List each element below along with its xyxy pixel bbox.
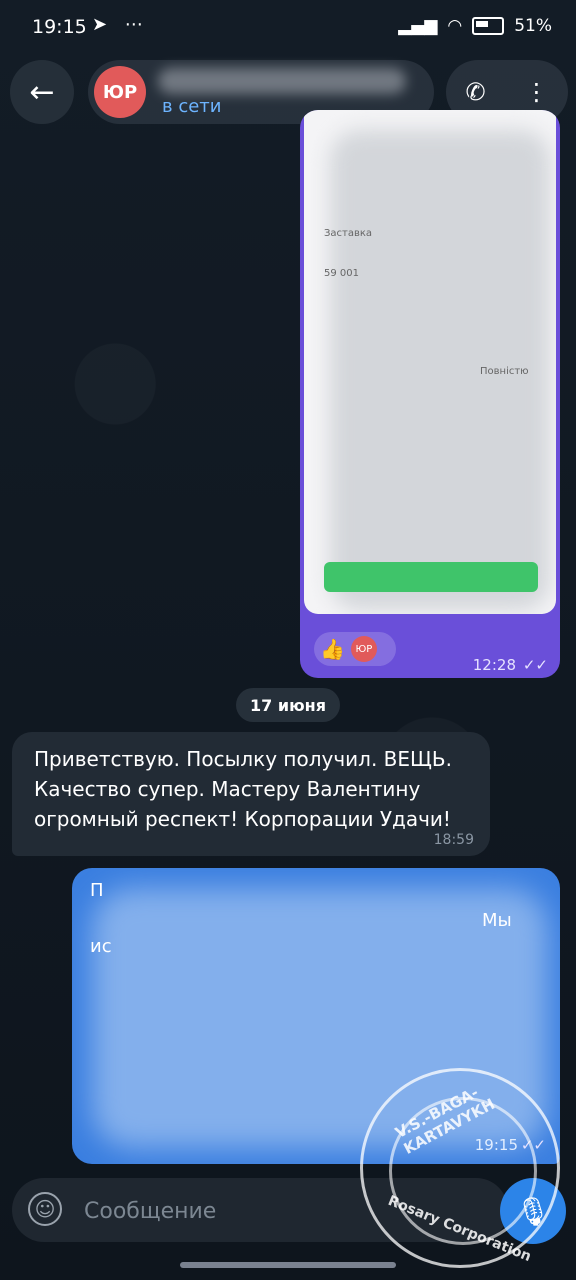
status-bar: 19:15 ➤ ⋯ ▂▄▆ ◠ 51%	[0, 0, 576, 60]
incoming-message[interactable]: Приветствую. Посылку получил. ВЕЩЬ. Каче…	[12, 732, 490, 856]
message-fragment: Мы	[482, 910, 512, 931]
screenshot-green-button	[324, 562, 538, 592]
message-reactions[interactable]: 👍 ЮР	[314, 632, 396, 666]
screenshot-text: Заставка	[324, 228, 373, 239]
reaction-avatar: ЮР	[350, 636, 377, 662]
attached-screenshot[interactable]: Заставка 59 001 Повністю	[304, 110, 556, 614]
battery-icon	[472, 17, 505, 35]
watermark-seal: V.S.-BAGA-KARTAVYKH Rosary Corporation	[360, 1068, 560, 1268]
status-right: ▂▄▆ ◠ 51%	[398, 16, 552, 36]
screenshot-text: Повністю	[480, 366, 529, 377]
signal-icon: ▂▄▆	[398, 16, 438, 36]
avatar[interactable]: ЮР	[94, 66, 146, 118]
home-indicator	[180, 1262, 396, 1268]
online-status: в сети	[162, 96, 222, 117]
outgoing-photo-message[interactable]: Заставка 59 001 Повністю 👍 ЮР 12:28 ✓✓	[300, 110, 560, 678]
screenshot-text: 59 001	[324, 268, 359, 279]
date-separator: 17 июня	[236, 688, 340, 722]
emoji-icon[interactable]: ☺	[28, 1192, 62, 1226]
notification-icons: ➤ ⋯	[92, 14, 149, 35]
battery-percent: 51%	[514, 16, 552, 36]
message-fragment: ис	[90, 936, 112, 957]
message-fragment: П	[90, 880, 104, 901]
message-time: 18:59	[433, 832, 474, 848]
read-checks-icon: ✓✓	[522, 656, 548, 674]
contact-name-redacted	[158, 68, 406, 94]
more-menu-icon[interactable]: ⋮	[525, 78, 549, 106]
message-text: Приветствую. Посылку получил. ВЕЩЬ. Каче…	[34, 747, 452, 831]
status-time: 19:15	[32, 16, 87, 38]
arrow-left-icon: ←	[29, 74, 55, 110]
message-time: 12:28	[472, 656, 516, 674]
thumbs-up-icon: 👍	[320, 637, 345, 661]
back-button[interactable]: ←	[10, 60, 74, 124]
wifi-icon: ◠	[447, 16, 463, 36]
phone-call-icon[interactable]: ✆	[465, 78, 485, 106]
